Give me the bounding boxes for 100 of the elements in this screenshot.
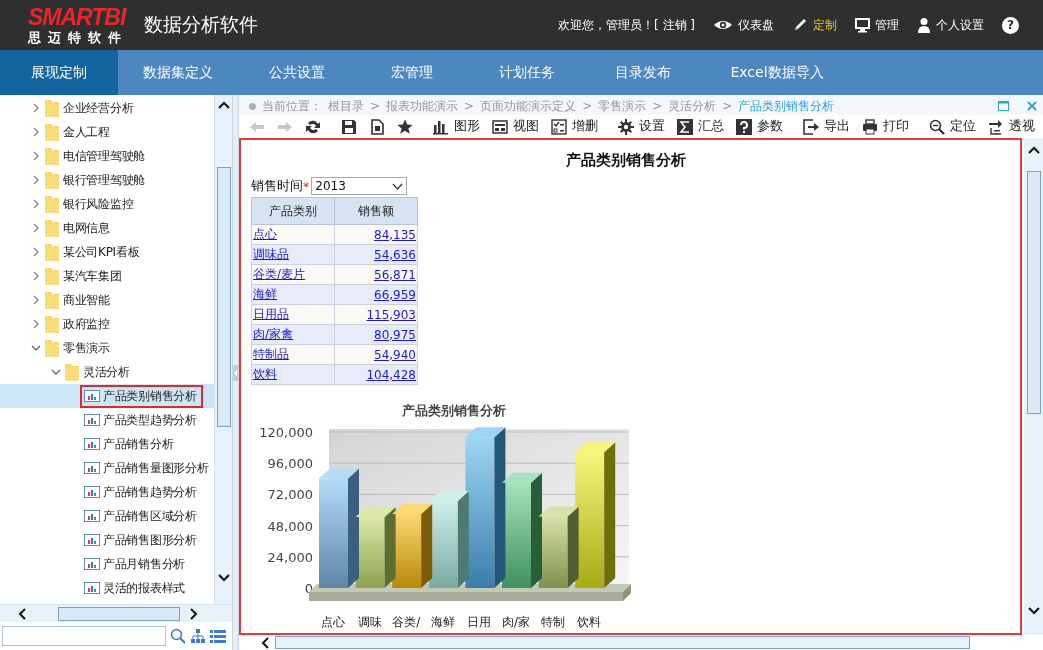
document-icon xyxy=(369,118,385,135)
scrollbar-thumb[interactable] xyxy=(1026,171,1041,414)
folder-icon xyxy=(44,242,60,262)
toolbar-button[interactable]: 汇总 xyxy=(673,116,728,137)
year-dropdown[interactable]: 2013 xyxy=(311,177,408,195)
scroll-left-icon[interactable] xyxy=(18,607,26,620)
required-mark: * xyxy=(303,178,310,194)
breadcrumb-separator: > xyxy=(370,99,381,113)
tree-item[interactable]: 产品销售趋势分析 xyxy=(0,480,214,504)
toolbar-button[interactable]: 透视 xyxy=(984,116,1039,137)
scroll-down-icon[interactable] xyxy=(1027,607,1040,615)
welcome-text: 欢迎您，管理员！[ 注销 ] xyxy=(558,16,695,34)
folder-icon xyxy=(44,338,60,358)
tree-item[interactable]: 企业经营分析 xyxy=(0,96,214,120)
nav-tab[interactable]: Excel数据导入 xyxy=(701,50,853,95)
help-button[interactable]: ? xyxy=(1002,16,1019,34)
tree-item[interactable]: 产品月销售分析 xyxy=(0,552,214,576)
nav-tab[interactable]: 计划任务 xyxy=(468,50,585,95)
tree-item[interactable]: 灵活的报表样式 xyxy=(0,576,214,600)
header-menu-item[interactable]: 个人设置 xyxy=(917,16,984,34)
tree-item[interactable]: 电信管理驾驶舱 xyxy=(0,144,214,168)
search-field[interactable] xyxy=(2,626,166,646)
chart-file-icon xyxy=(84,581,100,595)
maximize-icon[interactable] xyxy=(998,101,1009,111)
layout-icon xyxy=(492,118,508,135)
tree-item[interactable]: 金人工程 xyxy=(0,120,214,144)
chart-file-icon xyxy=(84,533,100,547)
folder-icon xyxy=(44,266,60,286)
scroll-right-icon[interactable] xyxy=(190,607,198,620)
scroll-up-icon[interactable] xyxy=(217,101,230,109)
folder-icon xyxy=(44,314,60,334)
close-icon[interactable] xyxy=(1027,101,1037,111)
scroll-left-icon[interactable] xyxy=(261,636,269,649)
monitor-icon xyxy=(855,17,870,33)
axis-category-label: 海鲜 xyxy=(430,615,455,629)
tree-item[interactable]: 灵活分析 xyxy=(0,360,214,384)
scrollbar-thumb[interactable] xyxy=(216,167,231,427)
header-menu-item[interactable]: 定制 xyxy=(792,16,837,34)
header-menu-item[interactable]: 仪表盘 xyxy=(713,16,774,34)
nav-tab[interactable]: 展现定制 xyxy=(0,50,118,95)
tree-item[interactable]: 银行管理驾驶舱 xyxy=(0,168,214,192)
nav-tab[interactable]: 数据集定义 xyxy=(118,50,238,95)
chevron-right-icon xyxy=(31,103,41,113)
toolbar-button[interactable]: 图形 xyxy=(429,116,484,137)
collapse-handle-icon[interactable] xyxy=(233,364,238,381)
scroll-up-icon[interactable] xyxy=(1027,146,1040,154)
chevron-down-icon xyxy=(51,367,61,377)
tree-item[interactable]: 产品销售区域分析 xyxy=(0,504,214,528)
toolbar-button[interactable]: 定位 xyxy=(925,116,980,137)
chevron-right-icon xyxy=(31,199,41,209)
toolbar-button[interactable]: 增删 xyxy=(547,116,602,137)
refresh-icon xyxy=(305,118,321,135)
pivot-icon xyxy=(988,118,1004,135)
nav-tab[interactable]: 公共设置 xyxy=(238,50,356,95)
folder-icon xyxy=(44,218,60,238)
tree-item[interactable]: 产品销售量图形分析 xyxy=(0,456,214,480)
search-icon[interactable] xyxy=(170,628,186,644)
bar-chart-icon xyxy=(433,118,449,135)
folder-icon xyxy=(64,362,80,382)
axis-tick-label: 24,000 xyxy=(267,549,313,565)
list-icon[interactable] xyxy=(210,629,226,643)
chevron-right-icon xyxy=(31,271,41,281)
tree-item[interactable]: 零售演示 xyxy=(0,336,214,360)
scrollbar-thumb[interactable] xyxy=(275,636,970,649)
tree-item[interactable]: 产品类别销售分析 xyxy=(0,384,214,408)
toolbar-button[interactable]: 视图 xyxy=(488,116,543,137)
scroll-down-icon[interactable] xyxy=(217,574,230,583)
category-link[interactable]: 饮料 xyxy=(253,367,277,381)
axis-category-label: 点心 xyxy=(321,615,345,629)
header-menu-item[interactable]: 管理 xyxy=(855,16,899,34)
tree-item[interactable]: 政府监控 xyxy=(0,312,214,336)
scrollbar-thumb[interactable] xyxy=(58,606,180,621)
nav-tab[interactable]: 目录发布 xyxy=(585,50,701,95)
tree-item[interactable]: 产品销售分析 xyxy=(0,432,214,456)
nav-tab[interactable]: 宏管理 xyxy=(356,50,468,95)
question-icon xyxy=(736,118,752,135)
star-icon xyxy=(397,118,413,135)
folder-icon xyxy=(44,290,60,310)
tree-item[interactable]: 某公司KPI看板 xyxy=(0,240,214,264)
category-link[interactable]: 点心 xyxy=(253,227,277,241)
breadcrumb-separator: > xyxy=(722,99,733,113)
toolbar-button[interactable]: 参数 xyxy=(732,116,787,137)
hierarchy-icon[interactable] xyxy=(190,628,206,644)
axis-category-label: 特制 xyxy=(540,615,565,629)
tree-item[interactable]: 产品类型趋势分析 xyxy=(0,408,214,432)
toolbar-button[interactable]: 导出 xyxy=(799,116,854,137)
toolbar-button[interactable]: 设置 xyxy=(614,116,669,137)
folder-icon xyxy=(44,194,60,214)
axis-category-label: 调味 xyxy=(357,615,382,629)
checklist-icon xyxy=(551,118,567,135)
tree-item[interactable]: 银行风险监控 xyxy=(0,192,214,216)
category-link[interactable]: 海鲜 xyxy=(253,287,277,301)
tree-item[interactable]: 产品销售图形分析 xyxy=(0,528,214,552)
app-title: 数据分析软件 xyxy=(144,12,258,37)
tree-item[interactable]: 某汽车集团 xyxy=(0,264,214,288)
column-header: 销售额 xyxy=(334,197,418,225)
tree-item[interactable]: 商业智能 xyxy=(0,288,214,312)
tree-item[interactable]: 电网信息 xyxy=(0,216,214,240)
toolbar-button[interactable]: 打印 xyxy=(858,116,913,137)
logout-link[interactable]: 注销 xyxy=(662,17,687,32)
